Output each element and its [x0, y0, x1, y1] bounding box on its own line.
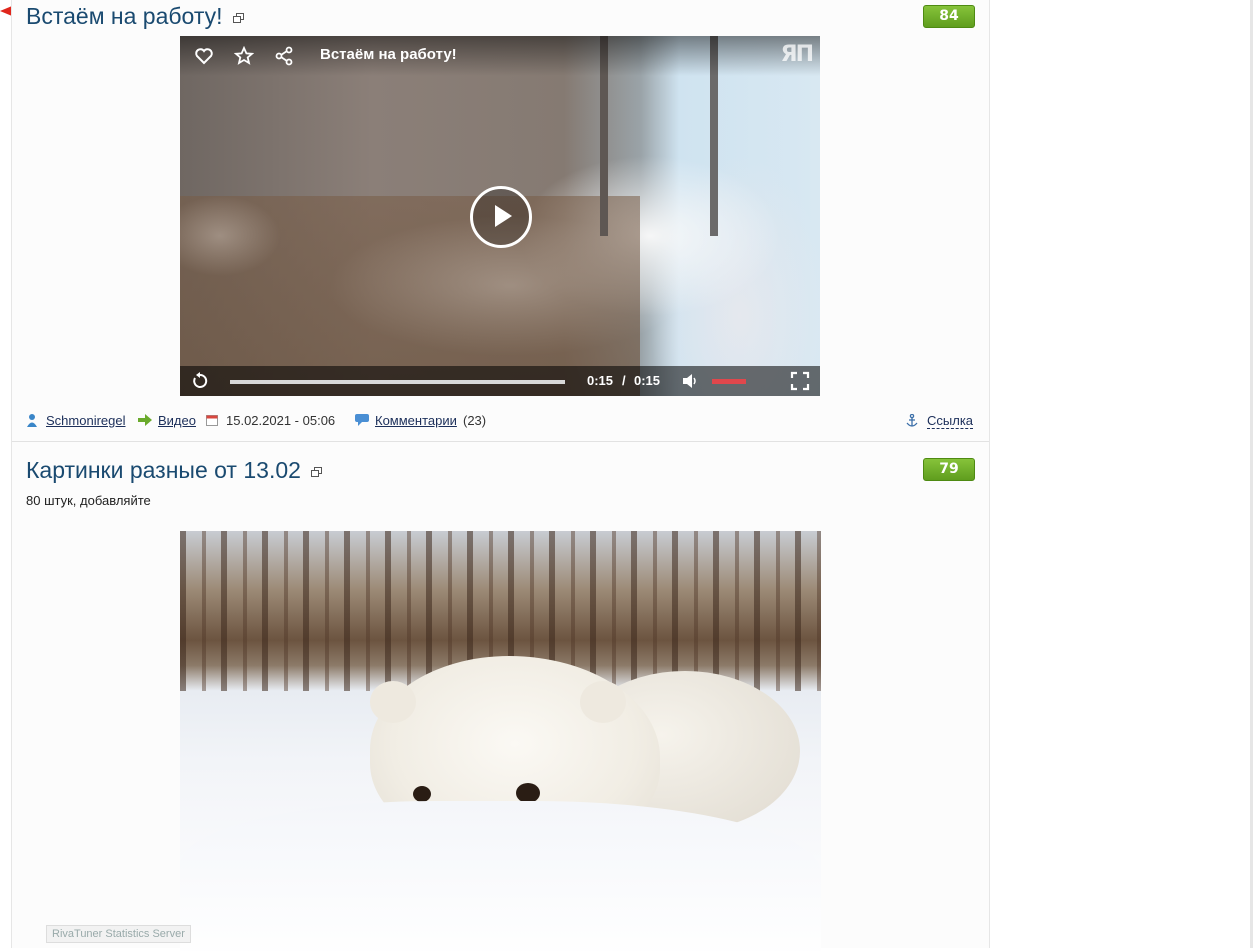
share-icon[interactable] [274, 46, 294, 66]
rating-badge[interactable]: 84 [923, 5, 975, 28]
comments-link[interactable]: Комментарии [375, 413, 457, 428]
post-date: 15.02.2021 - 05:06 [226, 413, 336, 428]
post: Встаём на работу! 84 Встаём на работу! Я… [12, 0, 989, 442]
heart-icon[interactable] [194, 46, 214, 66]
image-bear-ear [580, 681, 626, 723]
star-icon[interactable] [233, 45, 255, 66]
user-icon [26, 413, 38, 430]
video-progress-bar[interactable] [230, 380, 565, 384]
comments-count: (23) [463, 413, 487, 428]
volume-icon[interactable] [680, 371, 700, 391]
content-column: Встаём на работу! 84 Встаём на работу! Я… [11, 0, 990, 951]
category-link[interactable]: Видео [158, 413, 196, 428]
replay-icon[interactable] [190, 371, 210, 391]
post-description: 80 штук, добавляйте [26, 493, 151, 508]
anchor-icon [906, 413, 918, 430]
post-image[interactable] [180, 531, 821, 951]
image-bear-ear [370, 681, 416, 723]
post-title[interactable]: Картинки разные от 13.02 [26, 457, 322, 484]
external-window-icon[interactable] [232, 13, 244, 23]
video-current-time: 0:15 [587, 373, 614, 388]
play-button[interactable] [470, 186, 532, 248]
post-title[interactable]: Встаём на работу! [26, 3, 244, 30]
permalink[interactable]: Ссылка [927, 413, 974, 429]
right-sidebar [990, 0, 1253, 948]
comment-icon [355, 414, 369, 429]
author-link[interactable]: Schmoniregel [46, 413, 126, 428]
video-controls: 0:15 / 0:15 [180, 366, 820, 396]
video-duration: 0:15 [634, 373, 661, 388]
image-bear-eye [413, 786, 431, 802]
overlay-tooltip: RivaTuner Statistics Server [46, 925, 191, 943]
post-divider [12, 441, 989, 442]
video-progress-fill [230, 380, 565, 384]
video-title: Встаём на работу! [320, 46, 457, 63]
image-snow [180, 801, 821, 951]
arrow-right-icon [138, 414, 152, 429]
video-time-separator: / [622, 373, 626, 388]
external-window-icon[interactable] [310, 467, 322, 477]
image-bear-eye [516, 783, 540, 803]
post-title-text[interactable]: Картинки разные от 13.02 [26, 457, 301, 483]
fullscreen-icon[interactable] [790, 371, 810, 391]
rating-badge[interactable]: 79 [923, 458, 975, 481]
post-meta: Schmoniregel Видео 15.02.2021 - 05:06 Ко… [26, 413, 976, 429]
volume-slider[interactable] [712, 379, 746, 384]
video-player[interactable]: Встаём на работу! ЯП 0:15 / 0:15 [180, 36, 820, 396]
site-logo: ЯП [780, 42, 814, 67]
post-title-text[interactable]: Встаём на работу! [26, 3, 223, 29]
calendar-icon [206, 414, 218, 429]
